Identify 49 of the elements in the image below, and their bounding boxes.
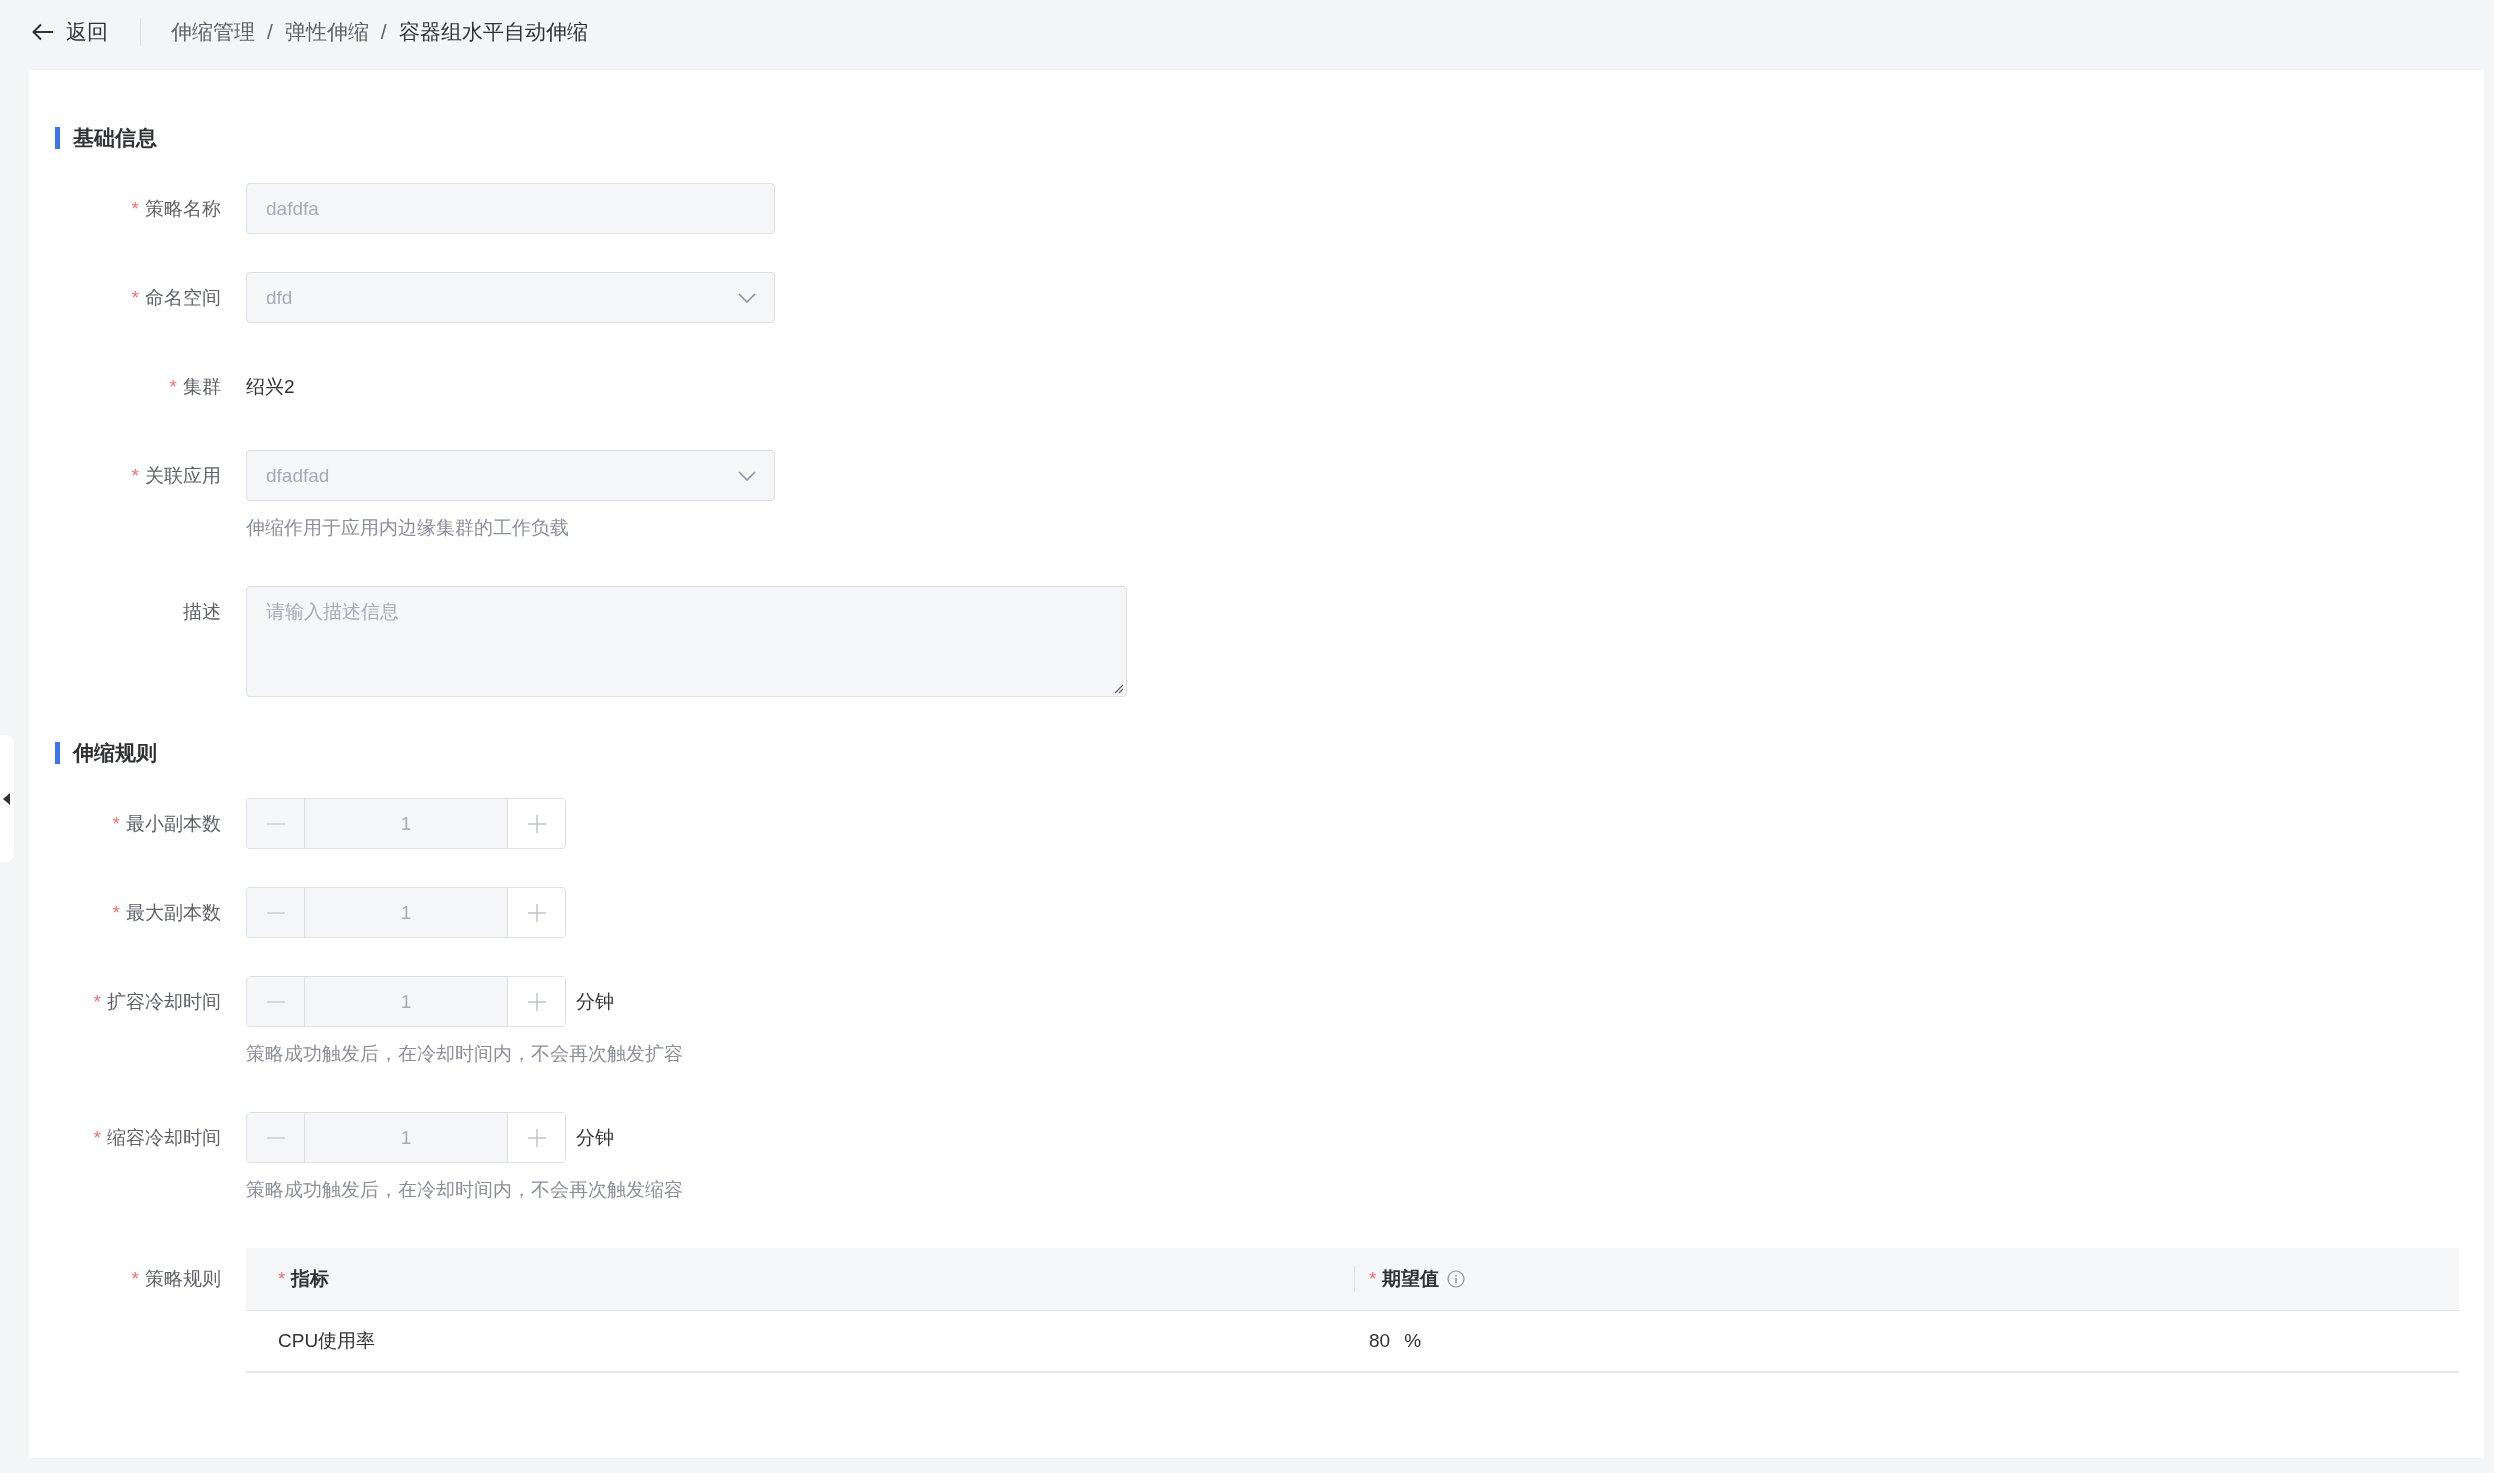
column-header: 指标	[291, 1267, 330, 1291]
required-asterisk: *	[112, 812, 120, 835]
required-asterisk: *	[1369, 1268, 1377, 1290]
field-label: 最大副本数	[126, 900, 221, 925]
required-asterisk: *	[278, 1268, 286, 1290]
section-title: 伸缩规则	[73, 740, 157, 766]
breadcrumb-link[interactable]: 伸缩管理	[171, 18, 255, 46]
table-cell-text: CPU使用率	[278, 1329, 376, 1353]
field-label: 最小副本数	[126, 811, 221, 836]
unit-label: 分钟	[576, 1125, 614, 1150]
back-arrow-icon	[32, 23, 54, 41]
hint-text: 策略成功触发后，在冷却时间内，不会再次触发缩容	[246, 1178, 684, 1202]
section-accent-bar	[55, 742, 60, 764]
back-button[interactable]: 返回	[30, 14, 110, 50]
field-label: 扩容冷却时间	[107, 989, 221, 1014]
required-asterisk: *	[93, 990, 101, 1013]
field-label: 关联应用	[145, 463, 221, 488]
field-label: 缩容冷却时间	[107, 1125, 221, 1150]
breadcrumb-link[interactable]: 弹性伸缩	[284, 18, 369, 46]
required-asterisk: *	[131, 464, 139, 487]
required-asterisk: *	[131, 286, 139, 309]
hint-text: 伸缩作用于应用内边缘集群的工作负载	[246, 516, 570, 540]
hint-text: 策略成功触发后，在冷却时间内，不会再次触发扩容	[246, 1042, 684, 1066]
field-label: 集群	[183, 374, 221, 399]
breadcrumb-separator: /	[267, 20, 273, 44]
chevron-down-icon	[738, 292, 756, 303]
textarea-field[interactable]: 请输入描述信息	[246, 586, 1127, 697]
resize-grip-icon[interactable]	[1114, 684, 1124, 694]
required-asterisk: *	[112, 901, 120, 924]
column-header: 期望值	[1382, 1267, 1440, 1291]
unit-label: %	[1404, 1330, 1422, 1352]
required-asterisk: *	[131, 197, 139, 220]
unit-label: 分钟	[576, 989, 614, 1014]
section-accent-bar	[55, 127, 60, 149]
section-title: 基础信息	[73, 125, 157, 151]
breadcrumb-separator: /	[380, 20, 387, 44]
collapse-arrow-icon[interactable]	[3, 792, 11, 805]
breadcrumb-current: 容器组水平自动伸缩	[398, 19, 588, 45]
info-icon[interactable]	[1447, 1270, 1466, 1288]
field-label: 策略规则	[145, 1267, 221, 1291]
required-asterisk: *	[131, 1268, 139, 1290]
field-label: 命名空间	[145, 285, 221, 310]
table-cell: 80	[1369, 1330, 1391, 1352]
chevron-down-icon	[738, 470, 756, 481]
field-label: 策略名称	[145, 196, 221, 221]
required-asterisk: *	[169, 375, 177, 398]
field-label: 描述	[183, 599, 221, 624]
field-value: 绍兴2	[246, 374, 295, 399]
required-asterisk: *	[93, 1126, 101, 1149]
